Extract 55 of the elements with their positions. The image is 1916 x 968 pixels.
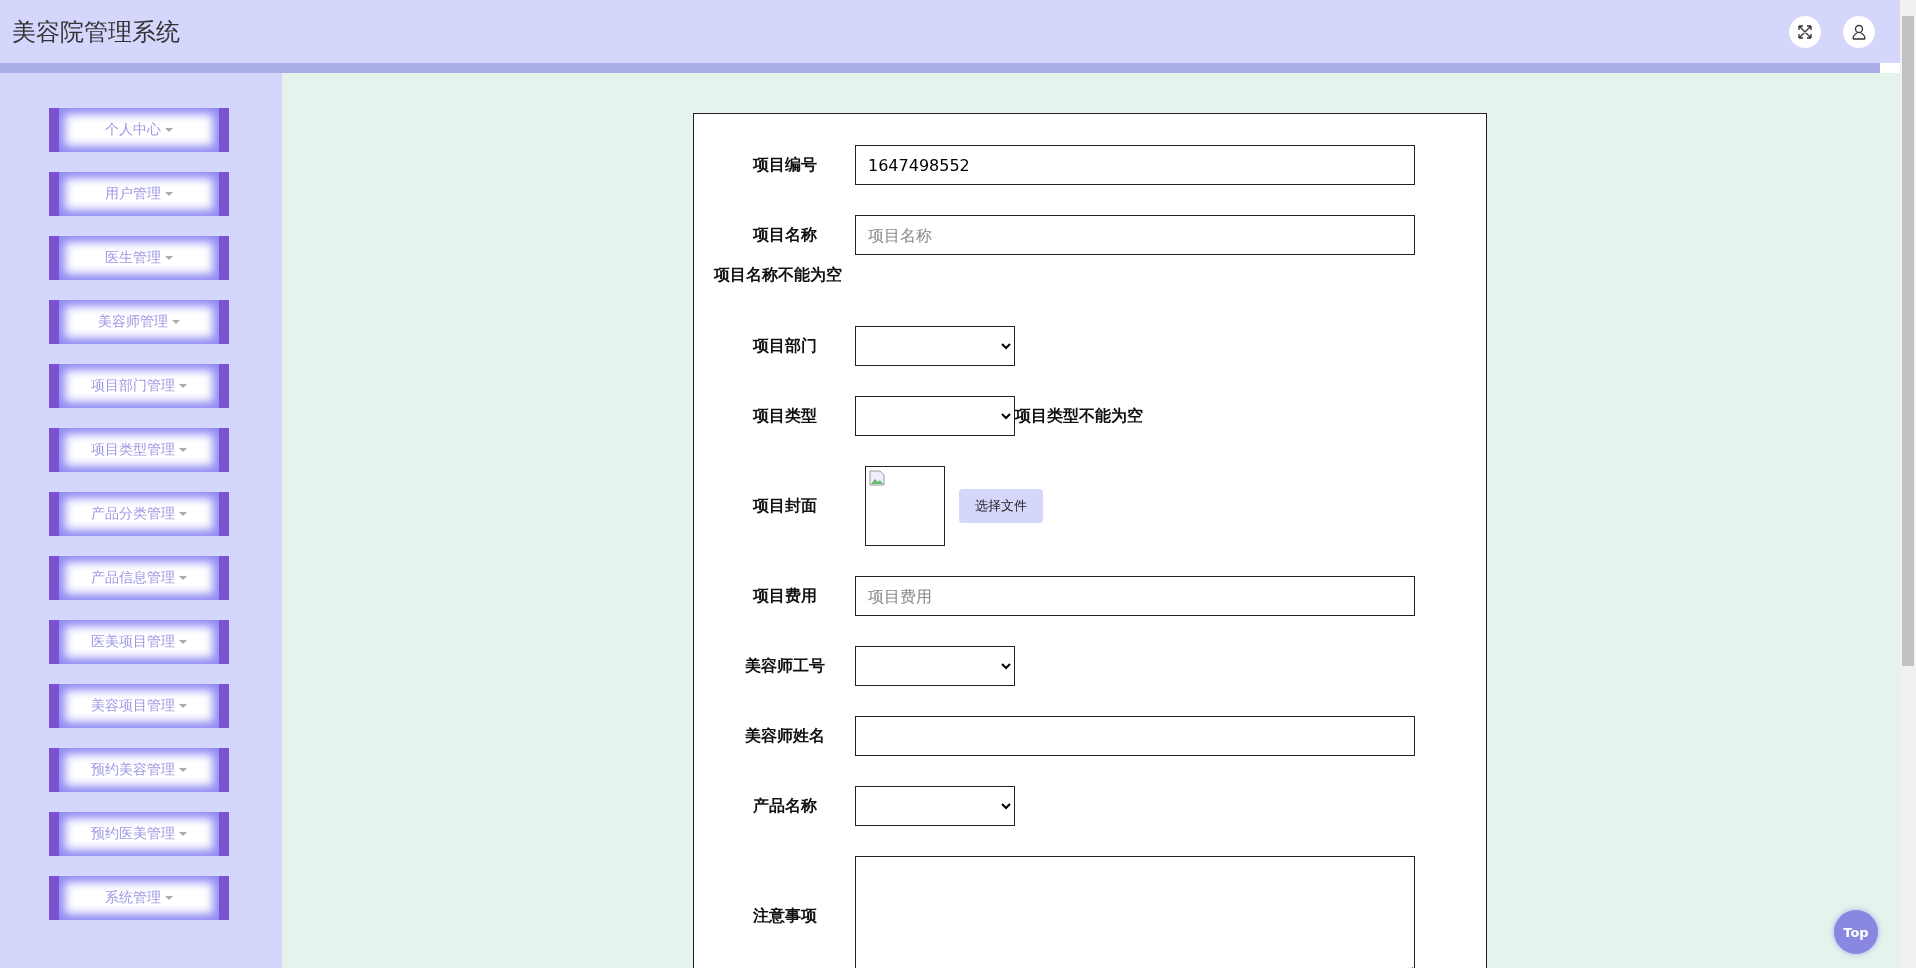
- field-label: 注意事项: [751, 905, 818, 927]
- field-label: 项目费用: [751, 585, 818, 607]
- field-label: 项目类型: [751, 405, 818, 427]
- sidebar-menu-item[interactable]: 预约美容管理: [49, 748, 229, 792]
- broken-image-icon: [869, 470, 885, 486]
- field-label: 美容师姓名: [743, 725, 826, 747]
- caret-icon: [165, 192, 173, 196]
- caret-icon: [179, 448, 187, 452]
- caret-icon: [179, 384, 187, 388]
- field-label: 项目名称: [751, 224, 818, 246]
- sidebar-menu-item[interactable]: 医美项目管理: [49, 620, 229, 664]
- sidebar-menu-item[interactable]: 系统管理: [49, 876, 229, 920]
- dropdown-select[interactable]: [855, 326, 1015, 366]
- field-label: 项目部门: [751, 335, 818, 357]
- scrollbar[interactable]: [1900, 0, 1916, 968]
- text-input[interactable]: [855, 716, 1415, 756]
- sidebar-menu-item[interactable]: 项目部门管理: [49, 364, 229, 408]
- sidebar-menu-item[interactable]: 产品信息管理: [49, 556, 229, 600]
- dropdown-select[interactable]: [855, 786, 1015, 826]
- user-button[interactable]: [1843, 15, 1875, 48]
- caret-icon: [172, 320, 180, 324]
- sidebar-menu-item[interactable]: 预约医美管理: [49, 812, 229, 856]
- caret-icon: [165, 256, 173, 260]
- fullscreen-button[interactable]: [1789, 15, 1821, 48]
- sidebar-menu-item[interactable]: 医生管理: [49, 236, 229, 280]
- caret-icon: [165, 128, 173, 132]
- text-input[interactable]: 1647498552: [855, 145, 1415, 185]
- app-title: 美容院管理系统: [12, 16, 180, 48]
- expand-arrows-icon: [1797, 23, 1813, 40]
- user-icon: [1851, 23, 1867, 40]
- caret-icon: [179, 768, 187, 772]
- sidebar-menu-item[interactable]: 美容师管理: [49, 300, 229, 344]
- sidebar-menu-item[interactable]: 个人中心: [49, 108, 229, 152]
- caret-icon: [179, 512, 187, 516]
- caret-icon: [179, 640, 187, 644]
- field-label: 美容师工号: [743, 655, 826, 677]
- sidebar-menu-item[interactable]: 美容项目管理: [49, 684, 229, 728]
- field-label: 项目编号: [751, 154, 818, 176]
- validation-error: 项目类型不能为空: [1015, 405, 1143, 427]
- validation-error: 项目名称不能为空: [714, 265, 843, 286]
- choose-file-button[interactable]: 选择文件: [959, 489, 1043, 523]
- caret-icon: [179, 576, 187, 580]
- field-label: 产品名称: [751, 795, 818, 817]
- text-input[interactable]: 项目名称: [855, 215, 1415, 255]
- textarea-field[interactable]: [855, 856, 1415, 968]
- field-label: 项目封面: [751, 495, 818, 517]
- sidebar-menu-item[interactable]: 用户管理: [49, 172, 229, 216]
- dropdown-select[interactable]: [855, 396, 1015, 436]
- sidebar-menu-item[interactable]: 产品分类管理: [49, 492, 229, 536]
- dropdown-select[interactable]: [855, 646, 1015, 686]
- text-input[interactable]: 项目费用: [855, 576, 1415, 616]
- caret-icon: [165, 896, 173, 900]
- sidebar-menu-item[interactable]: 项目类型管理: [49, 428, 229, 472]
- caret-icon: [179, 832, 187, 836]
- caret-icon: [179, 704, 187, 708]
